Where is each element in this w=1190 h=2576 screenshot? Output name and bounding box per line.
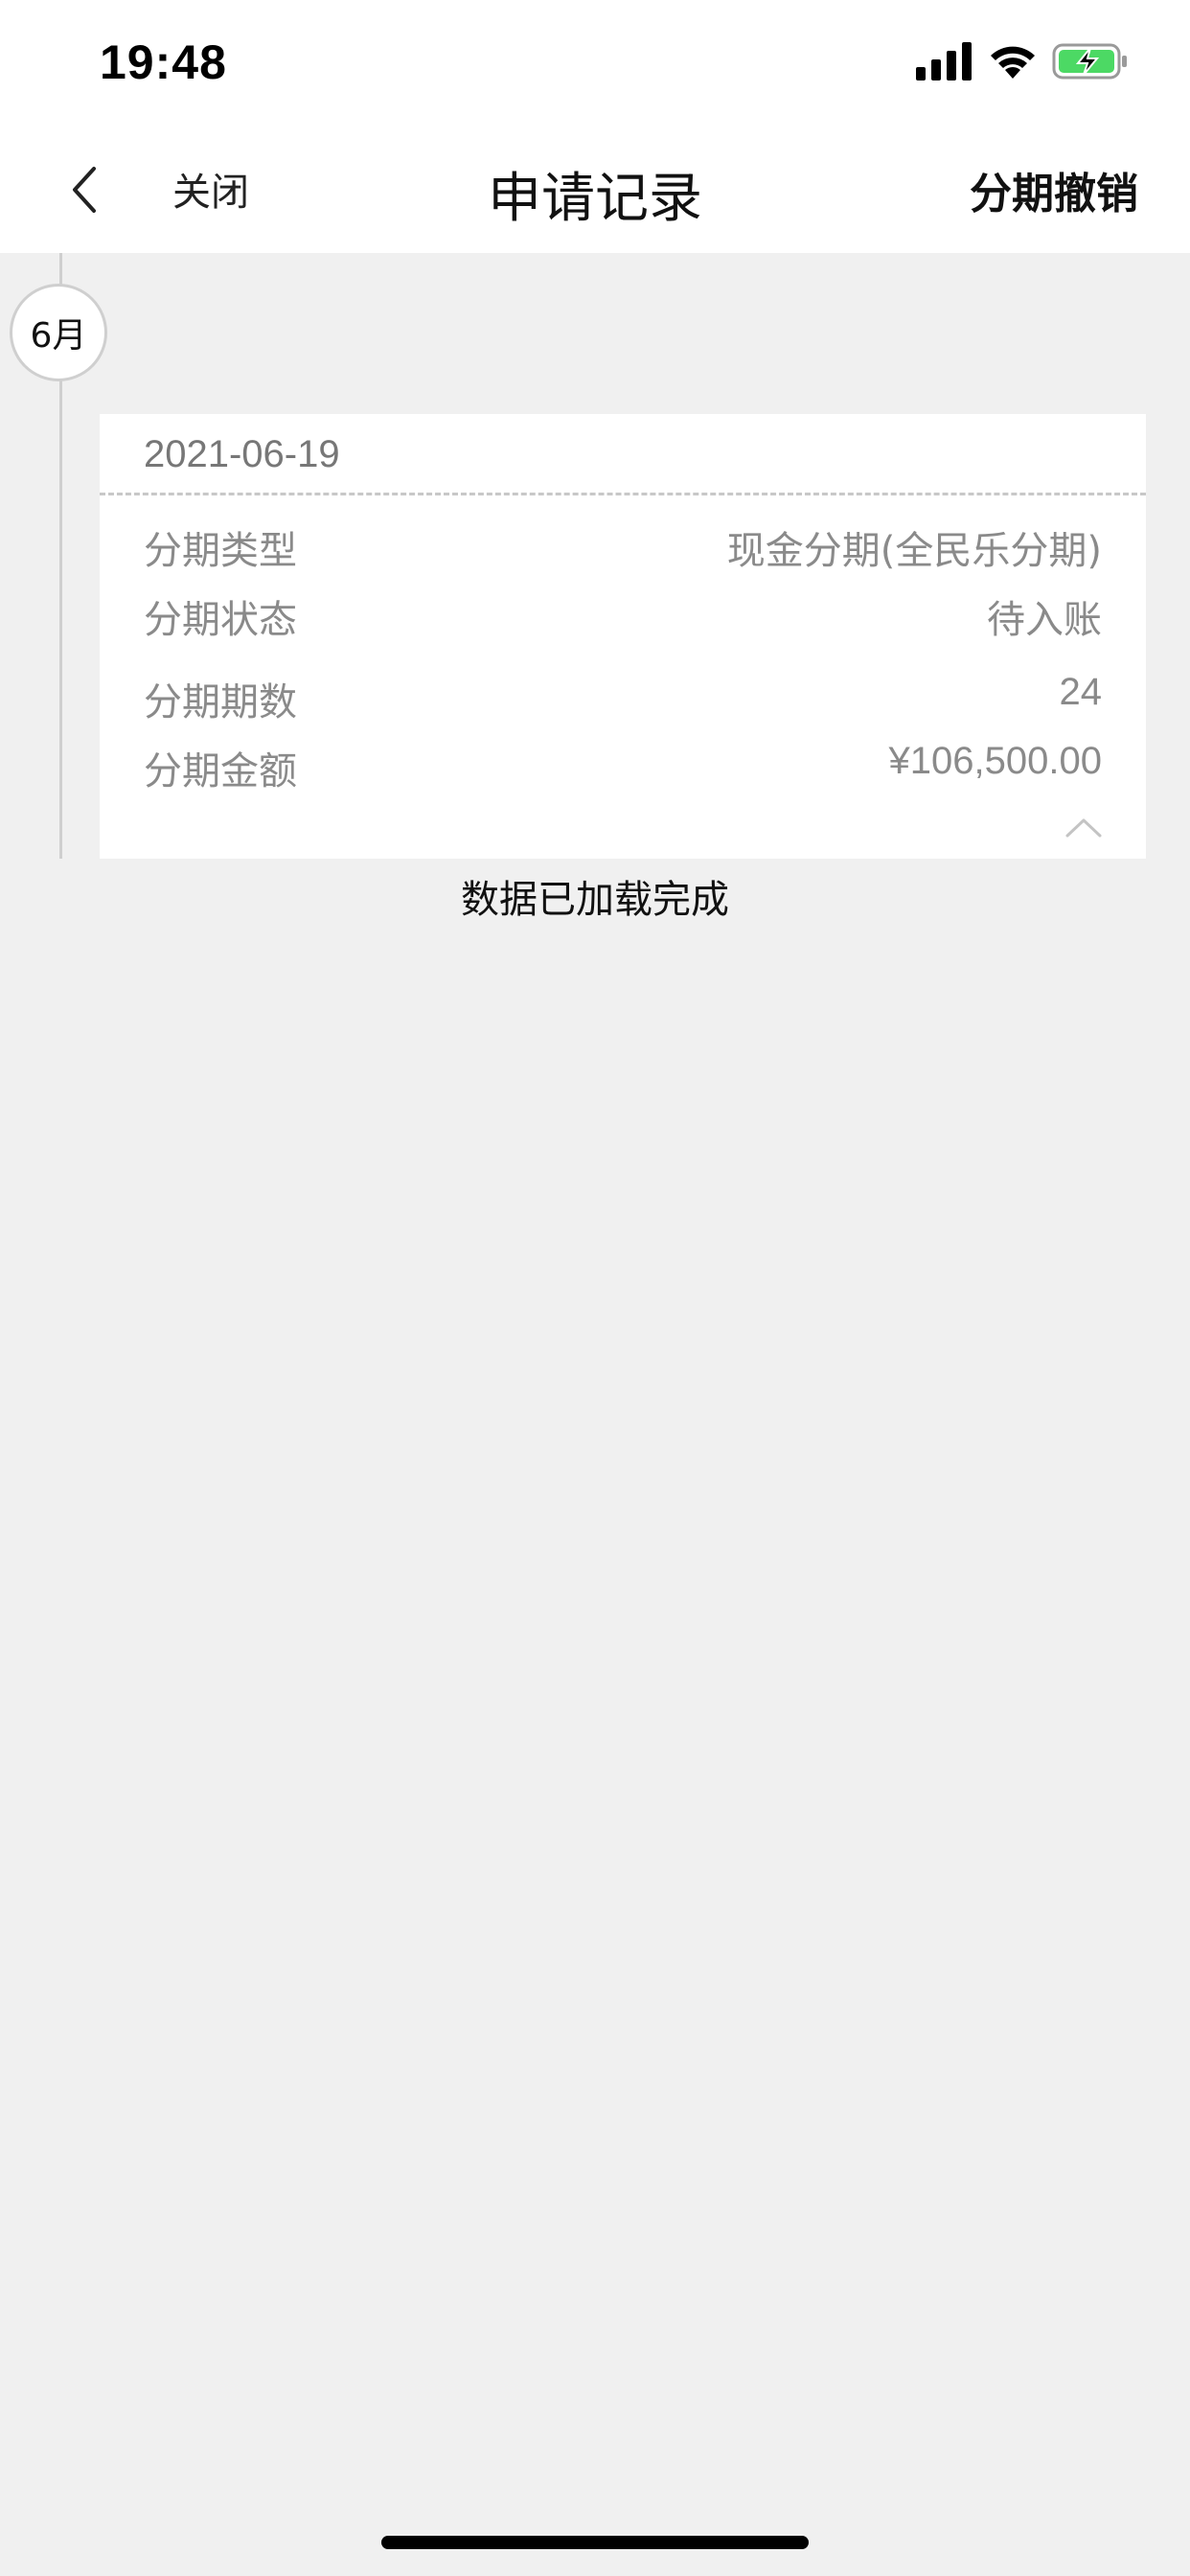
row-label: 分期类型 [144,529,297,573]
row-label: 分期期数 [144,680,297,724]
record-card[interactable]: 2021-06-19 分期类型 现金分期(全民乐分期) 分期状态 待入账 分期期… [100,414,1146,859]
home-indicator [381,2536,809,2549]
status-bar: 19:48 [0,0,1190,126]
chevron-up-icon[interactable] [1065,816,1102,838]
row-value: 待入账 [987,598,1102,642]
load-status-text: 数据已加载完成 [461,878,729,922]
battery-charging-icon [1052,43,1127,80]
row-value: 现金分期(全民乐分期) [726,529,1102,573]
cancel-installment-button[interactable]: 分期撤销 [970,159,1138,220]
chevron-left-icon [73,167,96,213]
signal-icon [916,42,972,80]
status-time: 19:48 [100,35,227,89]
close-button[interactable]: 关闭 [172,161,249,217]
row-installment-type: 分期类型 现金分期(全民乐分期) [144,519,1102,573]
dashed-divider [100,493,1146,495]
record-date: 2021-06-19 [144,433,340,475]
row-installment-amount: 分期金额 ¥106,500.00 [144,740,1102,794]
back-button[interactable] [50,155,119,224]
row-value: 24 [1059,671,1103,713]
row-value: ¥106,500.00 [888,740,1102,782]
month-badge: 6月 [10,284,107,381]
nav-bar: 关闭 申请记录 分期撤销 [0,126,1190,253]
row-installment-periods: 分期期数 24 [144,671,1102,724]
row-label: 分期状态 [144,598,297,642]
row-installment-status: 分期状态 待入账 [144,588,1102,642]
wifi-icon [991,46,1035,79]
row-label: 分期金额 [144,749,297,794]
